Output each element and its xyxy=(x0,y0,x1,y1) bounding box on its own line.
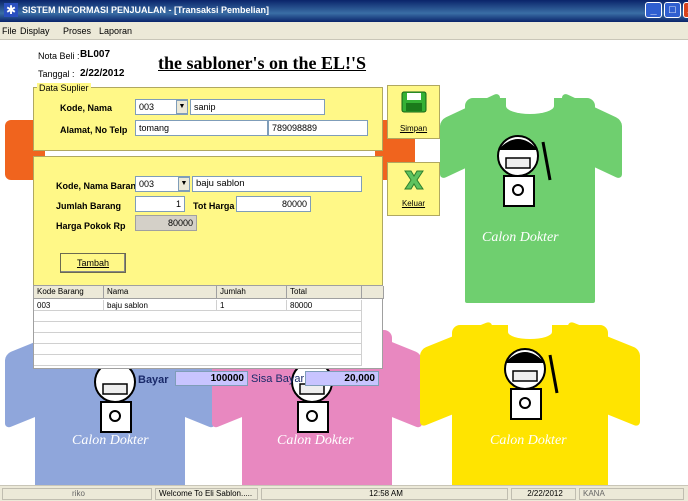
supplier-alamat-field[interactable]: tomang xyxy=(135,120,268,136)
tanggal-label: Tanggal : xyxy=(38,69,75,79)
table-empty-row xyxy=(34,322,362,333)
bayar-label: Bayar xyxy=(138,374,169,386)
doctor-cartoon-image xyxy=(94,361,136,433)
supplier-group-label: Data Suplier xyxy=(37,83,91,93)
tot-harga-label: Tot Harga xyxy=(193,201,235,211)
menu-bar: File Display Proses Laporan xyxy=(0,22,688,40)
keluar-button-label: Keluar xyxy=(401,199,426,208)
keluar-button[interactable]: Keluar xyxy=(387,162,440,216)
table-cell[interactable]: 80000 xyxy=(287,300,362,311)
minimize-button[interactable]: _ xyxy=(645,2,662,18)
banner-title: the sabloner's on the EL!'S xyxy=(158,53,367,73)
purchase-items-table[interactable]: Kode Barang Nama Jumlah Total 003 baju s… xyxy=(33,285,384,369)
doctor-cartoon-image xyxy=(504,348,559,420)
status-bar: riko Welcome To Eli Sablon..... 12:58 AM… xyxy=(0,485,688,501)
status-time: 12:58 AM xyxy=(261,488,508,500)
form-content: Calon Dokter Calon Dokter Calon Dokter C… xyxy=(0,40,688,485)
nota-value: BL007 xyxy=(80,49,111,60)
shirt-caption: Calon Dokter xyxy=(482,230,559,245)
chevron-down-icon[interactable]: ▼ xyxy=(178,177,190,191)
supplier-nama-field[interactable]: sanip xyxy=(190,99,325,115)
app-icon: ✱ xyxy=(4,3,18,17)
nota-label: Nota Beli : xyxy=(38,51,80,61)
table-cell[interactable]: 003 xyxy=(34,300,104,311)
simpan-button[interactable]: Simpan xyxy=(387,85,440,139)
table-cell[interactable]: 1 xyxy=(217,300,287,311)
harga-pokok-field: 80000 xyxy=(135,215,197,231)
barang-nama-field[interactable]: baju sablon xyxy=(192,176,362,192)
barang-kode-nama-label: Kode, Nama Barang xyxy=(56,181,142,191)
column-header-jumlah[interactable]: Jumlah xyxy=(217,286,287,299)
menu-proses[interactable]: Proses xyxy=(63,26,91,36)
column-header-nama[interactable]: Nama xyxy=(104,286,217,299)
supplier-panel xyxy=(33,87,383,151)
menu-laporan[interactable]: Laporan xyxy=(99,26,132,36)
status-user: riko xyxy=(2,488,152,500)
exit-x-icon xyxy=(403,170,424,190)
tambah-button-label: Tambah xyxy=(76,258,110,268)
tambah-button[interactable]: Tambah xyxy=(60,253,126,273)
shirt-caption: Calon Dokter xyxy=(490,433,567,448)
close-button[interactable]: X xyxy=(683,2,688,18)
status-kana: KANA xyxy=(579,488,684,500)
tot-harga-field[interactable]: 80000 xyxy=(236,196,311,212)
column-header-kode-barang[interactable]: Kode Barang xyxy=(34,286,104,299)
column-header-total[interactable]: Total xyxy=(287,286,362,299)
supplier-telp-field[interactable]: 789098889 xyxy=(268,120,368,136)
table-empty-row xyxy=(34,333,362,344)
jumlah-barang-label: Jumlah Barang xyxy=(56,201,122,211)
chevron-down-icon[interactable]: ▼ xyxy=(176,100,188,114)
simpan-button-label: Simpan xyxy=(399,124,428,133)
menu-file[interactable]: File xyxy=(2,26,17,36)
supplier-kode-nama-label: Kode, Nama xyxy=(60,103,113,113)
sisa-bayar-field: 20,000 xyxy=(305,371,379,386)
maximize-button[interactable]: □ xyxy=(664,2,681,18)
column-header-blank xyxy=(362,286,384,299)
floppy-save-icon xyxy=(401,91,426,113)
doctor-cartoon-image xyxy=(291,361,333,433)
bayar-field[interactable]: 100000 xyxy=(175,371,248,386)
table-cell[interactable]: baju sablon xyxy=(104,300,217,311)
table-empty-row xyxy=(34,355,362,366)
supplier-alamat-label: Alamat, No Telp xyxy=(60,125,128,135)
table-empty-row xyxy=(34,311,362,322)
menu-display[interactable]: Display xyxy=(20,26,50,36)
tanggal-value: 2/22/2012 xyxy=(80,68,125,79)
sisa-bayar-label: Sisa Bayar xyxy=(251,373,305,385)
doctor-cartoon-image xyxy=(497,135,552,207)
title-bar: ✱ SISTEM INFORMASI PENJUALAN - [Transaks… xyxy=(0,0,688,22)
window-title: SISTEM INFORMASI PENJUALAN - [Transaksi … xyxy=(22,5,270,15)
table-empty-row xyxy=(34,344,362,355)
status-welcome: Welcome To Eli Sablon..... xyxy=(155,488,258,500)
jumlah-barang-field[interactable]: 1 xyxy=(135,196,185,212)
status-date: 2/22/2012 xyxy=(511,488,576,500)
harga-pokok-label: Harga Pokok Rp xyxy=(56,221,126,231)
